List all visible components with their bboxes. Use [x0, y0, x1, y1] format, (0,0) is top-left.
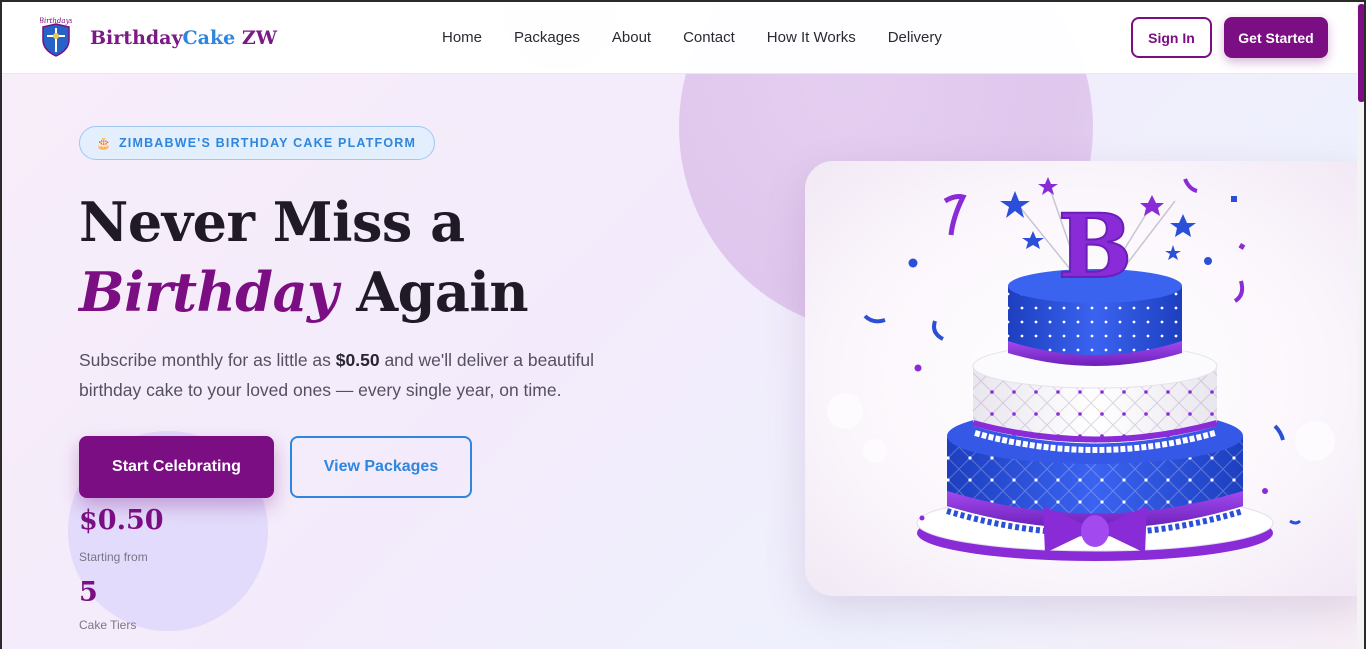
nav-packages[interactable]: Packages — [514, 29, 580, 46]
birthday-cake-illustration: B — [827, 177, 1335, 561]
nav-delivery[interactable]: Delivery — [888, 29, 942, 46]
shield-logo-icon[interactable]: Birthdays — [40, 16, 72, 58]
view-packages-button[interactable]: View Packages — [290, 436, 472, 498]
brand-name[interactable]: BirthdayCake ZW — [90, 27, 277, 49]
brand-part-birthday: Birthday — [90, 27, 183, 49]
hero-title: Never Miss a Birthday Again — [79, 187, 529, 327]
main-nav: Home Packages About Contact How It Works… — [442, 29, 974, 46]
hero-description: Subscribe monthly for as little as $0.50… — [79, 345, 639, 405]
get-started-button[interactable]: Get Started — [1224, 17, 1328, 58]
lead-text-before: Subscribe monthly for as little as — [79, 350, 336, 370]
stat-tiers-label: Cake Tiers — [79, 618, 137, 632]
sign-in-button[interactable]: Sign In — [1131, 17, 1212, 58]
site-header: Birthdays BirthdayCake ZW Home Packages … — [2, 2, 1357, 74]
nav-home[interactable]: Home — [442, 29, 482, 46]
hero-title-line1: Never Miss a — [79, 190, 465, 254]
brand-part-cake: Cake — [182, 27, 236, 49]
nav-how-it-works[interactable]: How It Works — [767, 29, 856, 46]
cake-topper-letter: B — [1058, 194, 1132, 298]
stat-price-value: $0.50 — [79, 505, 164, 536]
platform-badge: 🎂 ZIMBABWE'S BIRTHDAY CAKE PLATFORM — [79, 126, 436, 160]
hero-title-rest: Again — [337, 260, 529, 324]
cake-image-card: B — [805, 161, 1365, 596]
lead-price: $0.50 — [335, 350, 380, 370]
scrollbar-thumb[interactable] — [1358, 4, 1365, 102]
stat-tiers-value: 5 — [79, 577, 98, 608]
nav-about[interactable]: About — [612, 29, 651, 46]
brand-part-zw: ZW — [235, 27, 278, 49]
stat-price-label: Starting from — [79, 550, 148, 564]
nav-contact[interactable]: Contact — [683, 29, 735, 46]
cake-icon: 🎂 — [96, 136, 111, 150]
hero-title-emphasis: Birthday — [79, 260, 338, 324]
start-celebrating-button[interactable]: Start Celebrating — [79, 436, 274, 498]
badge-text: ZIMBABWE'S BIRTHDAY CAKE PLATFORM — [118, 136, 417, 150]
